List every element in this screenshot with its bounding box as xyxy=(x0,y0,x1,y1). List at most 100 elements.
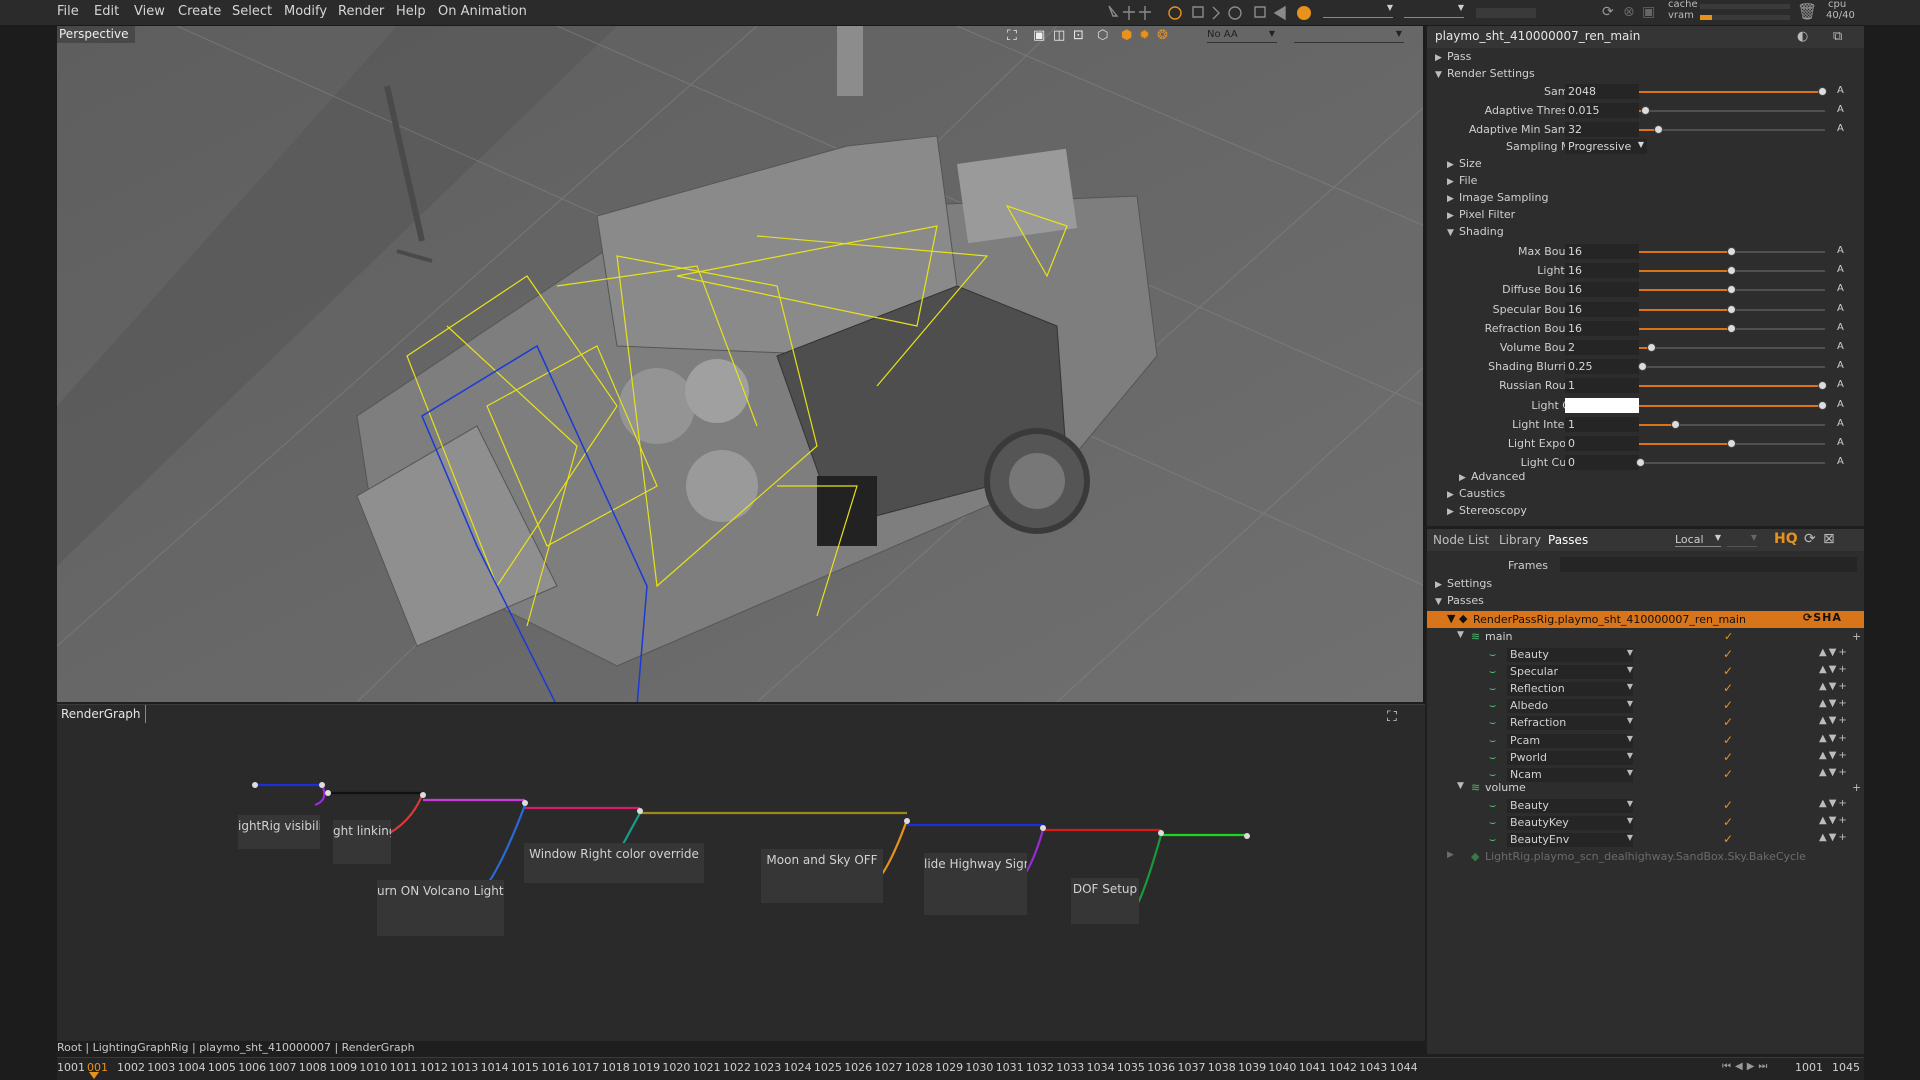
enabled-check[interactable]: ✓ xyxy=(1723,767,1733,781)
prop-value-field[interactable]: 16 xyxy=(1565,282,1639,298)
aov-dropdown[interactable]: Pcam ▼ xyxy=(1507,733,1633,748)
aov-dropdown[interactable]: Pworld ▼ xyxy=(1507,750,1633,765)
rg-node-highway-sign[interactable]: lide Highway Sign xyxy=(924,853,1027,915)
properties-panel[interactable]: playmo_sht_410000007_ren_main ◐ ⧉ ▶ Pass … xyxy=(1427,26,1864,526)
prop-value-field[interactable]: 16 xyxy=(1565,244,1639,259)
aov-row-controls[interactable]: ▲▼+ xyxy=(1819,698,1849,709)
slider-knob[interactable] xyxy=(1818,400,1828,410)
render-graph-panel[interactable]: RenderGraph ⛶ ightRig visibilit ght link… xyxy=(57,704,1425,1041)
add-icon[interactable]: + xyxy=(1852,630,1861,643)
camera-icon[interactable]: ◫ xyxy=(1053,28,1065,43)
popout-icon[interactable]: ⧉ xyxy=(1833,29,1842,44)
aov-row-controls[interactable]: ▲▼+ xyxy=(1819,798,1849,809)
slider-knob[interactable] xyxy=(1727,247,1736,256)
enabled-check[interactable]: ✓ xyxy=(1723,798,1733,812)
render-icon[interactable]: ❂ xyxy=(1157,28,1168,43)
enabled-check[interactable]: ✓ xyxy=(1723,647,1733,661)
animate-toggle[interactable]: A xyxy=(1837,379,1844,390)
rg-node-volcano-lights[interactable]: urn ON Volcano Lightri xyxy=(377,880,504,936)
slider-knob[interactable] xyxy=(1654,125,1664,134)
aov-row-controls[interactable]: ▲▼+ xyxy=(1819,647,1849,658)
aov-dropdown[interactable]: BeautyEnv ▼ xyxy=(1507,833,1633,848)
aov-dropdown[interactable]: Specular ▼ xyxy=(1507,665,1633,680)
prop-value-field[interactable]: 0.25 xyxy=(1565,359,1639,375)
aov-row[interactable]: ⌣ Refraction ▼ ✓ ▲▼+ xyxy=(1427,715,1864,732)
menu-create[interactable]: Create xyxy=(178,4,221,19)
dropdown-a[interactable]: ▼ xyxy=(1323,3,1393,18)
enabled-check[interactable]: ✓ xyxy=(1723,750,1733,764)
section-advanced[interactable]: ▶ Advanced xyxy=(1459,470,1525,487)
group-main[interactable]: ▼ ≋ main ✓ + xyxy=(1427,630,1864,647)
lock-icon[interactable]: ▣ xyxy=(1642,4,1655,20)
rg-node-lightrig-visibility[interactable]: ightRig visibilit xyxy=(238,815,320,849)
rg-node-light-linking[interactable]: ght linking xyxy=(333,820,391,864)
animate-toggle[interactable]: A xyxy=(1837,283,1844,294)
rg-node-moon-sky[interactable]: Moon and Sky OFF xyxy=(761,849,883,903)
toolbar-icons[interactable] xyxy=(1105,2,1325,24)
animate-toggle[interactable]: A xyxy=(1837,85,1844,96)
animate-toggle[interactable]: A xyxy=(1837,123,1844,134)
prop-value-field[interactable]: 0.015 xyxy=(1565,103,1639,118)
aov-row[interactable]: ⌣ Pworld ▼ ✓ ▲▼+ xyxy=(1427,750,1864,767)
section-passes[interactable]: ▼ Passes xyxy=(1435,594,1484,611)
camera-dropdown[interactable]: ▼ xyxy=(1294,29,1404,43)
menu-view[interactable]: View xyxy=(134,4,165,19)
aov-row[interactable]: ⌣ Beauty ▼ ✓ ▲▼+ xyxy=(1427,798,1864,815)
aov-dropdown[interactable]: Albedo ▼ xyxy=(1507,699,1633,714)
tab-library[interactable]: Library xyxy=(1499,533,1541,547)
hq-toggle[interactable]: HQ xyxy=(1774,531,1798,547)
slider-knob[interactable] xyxy=(1635,458,1645,468)
aov-row[interactable]: ⌣ BeautyEnv ▼ ✓ ▲▼+ xyxy=(1427,832,1864,849)
enabled-check[interactable]: ✓ xyxy=(1723,664,1733,678)
animate-toggle[interactable]: A xyxy=(1837,456,1844,467)
aov-row-controls[interactable]: ▲▼+ xyxy=(1819,815,1849,826)
aov-row-controls[interactable]: ▲▼+ xyxy=(1819,664,1849,675)
tab-node-list[interactable]: Node List xyxy=(1433,533,1489,547)
animate-toggle[interactable]: A xyxy=(1837,245,1844,256)
enabled-check[interactable]: ✓ xyxy=(1723,681,1733,695)
slider-knob[interactable] xyxy=(1647,343,1657,352)
aov-row[interactable]: ⌣ Beauty ▼ ✓ ▲▼+ xyxy=(1427,647,1864,664)
slider-knob[interactable] xyxy=(1727,304,1736,314)
local-dropdown[interactable]: Local ▼ xyxy=(1675,533,1721,547)
section-settings[interactable]: ▶ Settings xyxy=(1435,577,1492,594)
prop-value-field[interactable]: 0 xyxy=(1565,436,1639,451)
slider-knob[interactable] xyxy=(1641,106,1651,115)
section-caustics[interactable]: ▶ Caustics xyxy=(1447,487,1505,504)
animate-toggle[interactable]: A xyxy=(1837,264,1844,275)
tab-passes[interactable]: Passes xyxy=(1548,533,1588,547)
aov-dropdown[interactable]: Ncam ▼ xyxy=(1507,767,1633,782)
frame-icon[interactable]: ⊡ xyxy=(1073,28,1084,43)
passes-panel[interactable]: Node List Library Passes Local ▼ ▼ HQ ⟳ ⊠… xyxy=(1427,529,1864,1054)
aa-dropdown[interactable]: No AA ▼ xyxy=(1207,29,1277,43)
animate-toggle[interactable]: A xyxy=(1837,303,1844,314)
aov-row-controls[interactable]: ▲▼+ xyxy=(1819,767,1849,778)
section-size[interactable]: ▶ Size xyxy=(1447,157,1482,174)
prop-value-field[interactable]: 16 xyxy=(1565,301,1639,317)
slider-knob[interactable] xyxy=(1727,266,1736,276)
add-icon[interactable]: + xyxy=(1852,781,1861,794)
animate-toggle[interactable]: A xyxy=(1837,341,1844,352)
aov-dropdown[interactable]: Beauty ▼ xyxy=(1507,648,1633,662)
slider-knob[interactable] xyxy=(1818,87,1828,96)
aov-row[interactable]: ⌣ Reflection ▼ ✓ ▲▼+ xyxy=(1427,681,1864,698)
prop-value-field[interactable]: 32 xyxy=(1565,122,1639,137)
range-start[interactable]: 1001 xyxy=(1795,1061,1823,1074)
slider-knob[interactable] xyxy=(1727,323,1736,333)
refresh-icon[interactable]: ⟳ xyxy=(1602,4,1614,20)
aov-dropdown[interactable]: Reflection ▼ xyxy=(1507,682,1633,697)
prop-value-field[interactable]: 2 xyxy=(1565,340,1639,355)
animate-toggle[interactable]: A xyxy=(1837,104,1844,115)
trash-icon[interactable]: 🗑 xyxy=(1797,2,1817,21)
aov-row[interactable]: ⌣ Albedo ▼ ✓ ▲▼+ xyxy=(1427,698,1864,715)
menu-select[interactable]: Select xyxy=(232,4,272,19)
prop-value-field[interactable]: 2048 xyxy=(1565,84,1639,99)
enabled-check[interactable]: ✓ xyxy=(1723,698,1733,712)
aov-row[interactable]: ⌣ Pcam ▼ ✓ ▲▼+ xyxy=(1427,733,1864,750)
sampling-mode-dropdown[interactable]: Progressive ▼ xyxy=(1565,139,1647,154)
section-shading[interactable]: ▼ Shading xyxy=(1447,225,1504,242)
menu-modify[interactable]: Modify xyxy=(284,4,327,19)
section-file[interactable]: ▶ File xyxy=(1447,174,1477,191)
aov-row[interactable]: ⌣ Specular ▼ ✓ ▲▼+ xyxy=(1427,664,1864,681)
animate-toggle[interactable]: A xyxy=(1837,418,1844,429)
